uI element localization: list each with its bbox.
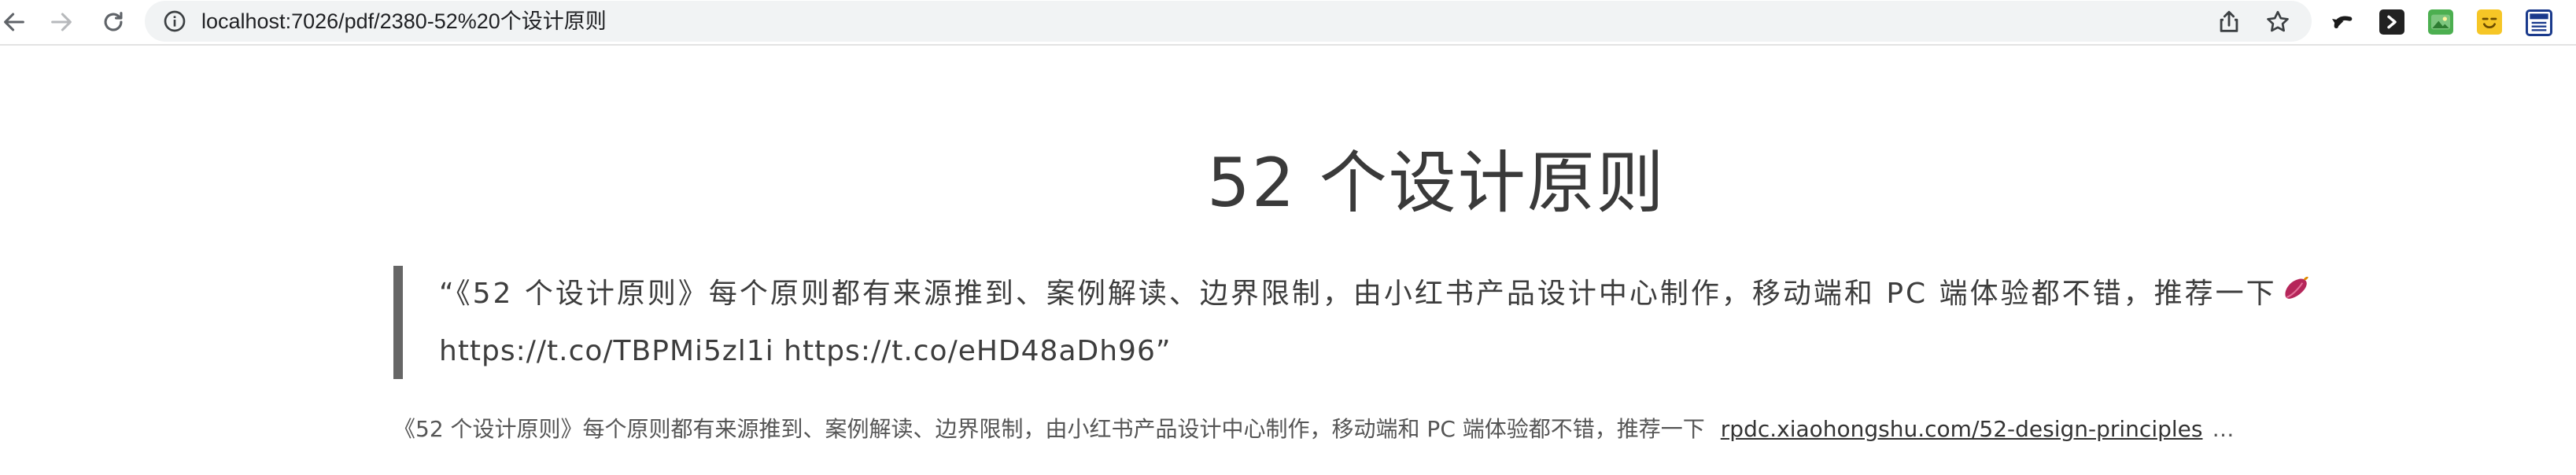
description-text: 《52 个设计原则》每个原则都有来源推到、案例解读、边界限制，由小红书产品设计中… xyxy=(393,416,1705,442)
bookmark-star-icon[interactable] xyxy=(2264,9,2291,35)
description: 《52 个设计原则》每个原则都有来源推到、案例解读、边界限制，由小红书产品设计中… xyxy=(393,411,2234,448)
reload-icon xyxy=(104,12,123,31)
share-icon[interactable] xyxy=(2216,9,2242,35)
extension-smiley-icon[interactable] xyxy=(2477,9,2502,35)
arrow-right-icon xyxy=(51,13,72,31)
reload-button[interactable] xyxy=(96,5,131,39)
smiley-icon xyxy=(2482,17,2497,28)
source-link[interactable]: rpdc.xiaohongshu.com/52-design-principle… xyxy=(1721,416,2203,442)
forward-button[interactable] xyxy=(44,5,79,39)
more-ellipsis[interactable]: … xyxy=(2212,416,2234,442)
sweet-potato-icon xyxy=(2280,274,2312,316)
arrow-left-icon xyxy=(4,13,24,31)
address-bar[interactable]: localhost:7026/pdf/2380-52%20个设计原则 xyxy=(145,1,2312,42)
quote-line-2: https://t.co/TBPMi5zl1i https://t.co/eHD… xyxy=(439,335,1172,367)
blockquote: “《52 个设计原则》每个原则都有来源推到、案例解读、边界限制，由小红书产品设计… xyxy=(393,266,2449,379)
landscape-icon xyxy=(2431,14,2450,30)
chevron-right-icon xyxy=(2387,15,2397,29)
page-title: 52 个设计原则 xyxy=(1207,144,1666,223)
back-button[interactable] xyxy=(0,5,31,39)
quote-line-1: “《52 个设计原则》每个原则都有来源推到、案例解读、边界限制，由小红书产品设计… xyxy=(439,274,2312,316)
quote-text: “《52 个设计原则》每个原则都有来源推到、案例解读、边界限制，由小红书产品设计… xyxy=(439,278,2277,310)
sidebar-panel-icon xyxy=(2530,13,2548,31)
extension-sidebar-icon[interactable] xyxy=(2526,9,2552,36)
info-icon[interactable] xyxy=(162,9,187,34)
extension-undo-icon[interactable] xyxy=(2329,9,2354,35)
browser-toolbar: localhost:7026/pdf/2380-52%20个设计原则 xyxy=(0,0,2576,46)
url-text[interactable]: localhost:7026/pdf/2380-52%20个设计原则 xyxy=(201,1,607,42)
extension-image-icon[interactable] xyxy=(2428,9,2453,35)
extension-terminal-icon[interactable] xyxy=(2379,9,2404,35)
